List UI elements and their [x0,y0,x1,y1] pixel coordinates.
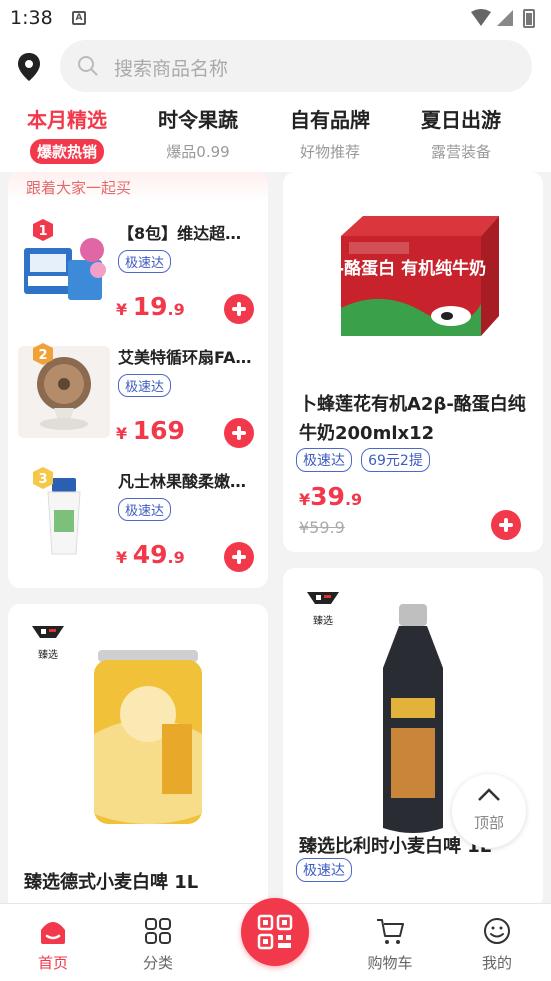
ranking-item[interactable]: 2 艾美特循环扇FA… 极速达 ¥ 169 [8,336,268,460]
category-tabs: 本月精选 爆款热销 时令果蔬 爆品0.99 自有品牌 好物推荐 夏日出游 露营装… [0,100,551,172]
tab-title: 时令果蔬 [158,108,238,132]
price-integer: 169 [132,416,185,445]
zhenxuan-logo: 臻选 [307,592,339,627]
ranking-item[interactable]: 3 凡士林果酸柔嫩… 极速达 ¥ 49.9 [8,460,268,584]
price-integer: 39 [310,482,345,511]
tab-monthly-picks[interactable]: 本月精选 爆款热销 [2,100,132,172]
product-image[interactable]: A2β-酪蛋白 有机纯牛奶 [323,212,503,362]
product-image[interactable] [373,598,453,838]
price-currency: ¥ [116,548,128,567]
price-currency: ¥ [299,490,311,509]
tab-subtitle: 好物推荐 [299,143,360,161]
nav-label: 分类 [142,954,173,972]
chevron-up-icon [478,788,500,801]
delivery-tag: 极速达 [296,858,352,882]
product-card-milk[interactable]: A2β-酪蛋白 有机纯牛奶 卜蜂莲花有机A2β-酪蛋白纯牛奶200mlx12 极… [283,172,543,552]
price-currency: ¥ [116,424,128,443]
nav-label: 购物车 [367,954,413,972]
product-card-wheat-beer[interactable]: 臻选 臻选德式小麦白啤 1L [8,604,268,914]
status-bar: 1:38 A [0,0,551,36]
product-image[interactable] [78,644,218,834]
tab-subtitle: 爆款热销 [29,139,104,164]
svg-text:臻选: 臻选 [38,648,58,661]
add-to-cart-button[interactable] [491,510,521,540]
product-price: ¥39.9 [299,482,362,511]
add-to-cart-button[interactable] [224,418,254,448]
add-to-cart-button[interactable] [224,542,254,572]
nav-label: 首页 [37,954,68,972]
svg-text:2: 2 [38,348,47,363]
delivery-tag: 极速达 [118,498,172,521]
scan-button[interactable] [241,898,309,966]
category-icon [145,918,171,944]
tab-title: 本月精选 [27,108,107,132]
product-price: ¥ 19.9 [116,292,185,321]
search-header: 搜索商品名称 [0,36,551,100]
svg-text:A2β-酪蛋白 有机纯牛奶: A2β-酪蛋白 有机纯牛奶 [323,258,486,279]
rank-badge-icon: 1 [33,219,53,241]
add-to-cart-button[interactable] [224,294,254,324]
delivery-tag: 极速达 [118,250,172,273]
product-name: 臻选德式小麦白啤 1L [24,872,199,893]
ranking-item[interactable]: 1 【8包】维达超… 极速达 ¥ 19.9 [8,212,268,336]
location-icon[interactable] [16,52,42,82]
nav-label: 我的 [481,954,512,972]
notification-icon: A [72,11,86,25]
product-name: 卜蜂莲花有机A2β-酪蛋白纯牛奶200mlx12 [299,394,526,444]
nav-home[interactable]: 首页 [18,912,88,974]
price-integer: 49 [132,540,168,569]
delivery-tag: 极速达 [118,374,172,397]
promo-tag: 69元2提 [361,448,430,472]
product-card-belgian-beer[interactable]: 臻选 臻选比利时小麦白啤 1L 极速达 [283,568,543,908]
delivery-tag: 极速达 [296,448,352,472]
nav-category[interactable]: 分类 [123,912,193,974]
price-currency: ¥ [116,300,128,319]
price-decimal: .9 [167,548,185,567]
svg-text:3: 3 [38,472,47,487]
price-decimal: .9 [344,490,363,509]
rank-badge-icon: 3 [33,467,53,489]
profile-icon [484,918,510,944]
price-integer: 19 [132,292,168,321]
product-price: ¥ 49.9 [116,540,185,569]
tab-summer-outing[interactable]: 夏日出游 露营装备 [396,100,526,172]
ranking-banner-text: 跟着大家一起买 [26,179,132,197]
product-name: 凡士林果酸柔嫩… [118,472,247,491]
product-name: 【8包】维达超… [118,224,242,243]
zhenxuan-logo: 臻选 [32,626,64,661]
product-name: 艾美特循环扇FA… [118,348,252,367]
tab-subtitle: 露营装备 [430,143,491,161]
ranking-banner: 跟着大家一起买 [8,172,268,202]
status-time: 1:38 [10,7,53,29]
nav-cart[interactable]: 购物车 [355,912,425,974]
product-price: ¥ 169 [116,416,185,445]
svg-text:1: 1 [38,224,47,239]
search-input[interactable]: 搜索商品名称 [114,54,228,81]
back-to-top-button[interactable]: 顶部 [452,774,526,848]
original-price: ¥59.9 [299,518,345,537]
home-icon [41,922,65,944]
nav-profile[interactable]: 我的 [462,912,532,974]
product-tags: 极速达 69元2提 [296,448,434,472]
cart-icon [377,919,404,944]
search-bar[interactable]: 搜索商品名称 [60,40,532,92]
rank-badge-icon: 2 [33,343,53,365]
price-decimal: .9 [167,300,185,319]
tab-seasonal-produce[interactable]: 时令果蔬 爆品0.99 [133,100,263,172]
system-status-icons [471,9,535,28]
tab-title: 夏日出游 [421,108,501,132]
back-to-top-label: 顶部 [473,814,504,832]
svg-text:臻选: 臻选 [313,614,333,627]
tab-own-brand[interactable]: 自有品牌 好物推荐 [265,100,395,172]
ranking-card: 跟着大家一起买 1 【8包】维达超… 极速达 ¥ 19.9 2 艾美特循环扇FA… [8,172,268,588]
search-icon [78,56,98,76]
tab-title: 自有品牌 [290,108,370,132]
qr-scan-icon [257,914,293,950]
tab-subtitle: 爆品0.99 [166,143,230,161]
